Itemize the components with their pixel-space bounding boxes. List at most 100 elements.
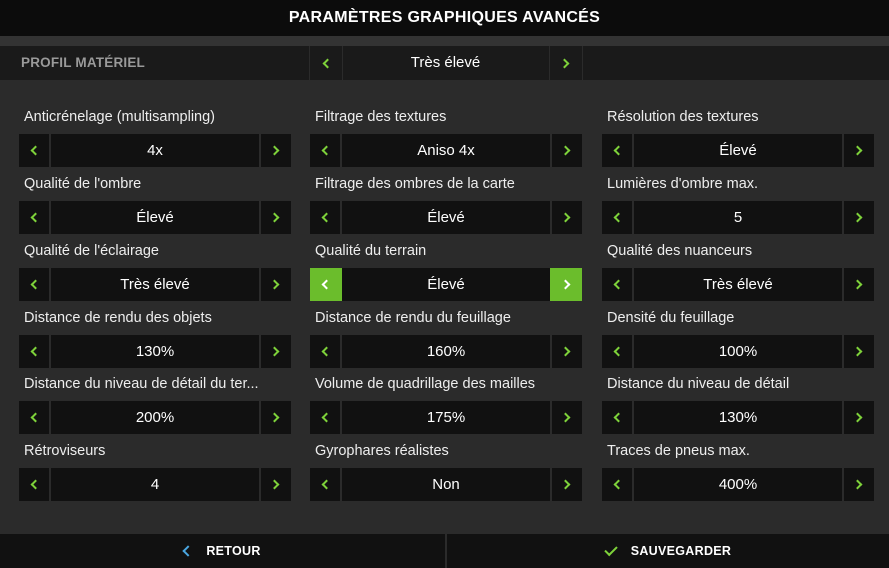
chevron-left-icon [30,479,41,490]
setting-item: Qualité des nuanceurs Très élevé [602,241,874,303]
setting-next-button[interactable] [842,468,874,501]
chevron-left-icon [321,212,332,223]
setting-next-button[interactable] [259,268,291,301]
setting-label: Distance du niveau de détail [607,376,790,392]
setting-prev-button[interactable] [310,335,342,368]
chevron-left-icon [321,346,332,357]
profile-prev-button[interactable] [310,46,342,80]
setting-value: 4 [150,476,160,493]
chevron-left-icon [30,279,41,290]
chevron-right-icon [560,279,571,290]
setting-selector: 160% [310,335,582,368]
setting-prev-button[interactable] [602,335,634,368]
setting-label: Densité du feuillage [607,310,735,326]
setting-label: Gyrophares réalistes [315,443,449,459]
setting-next-button[interactable] [259,335,291,368]
setting-next-button[interactable] [550,134,582,167]
setting-next-button[interactable] [842,201,874,234]
back-button[interactable]: RETOUR [0,534,445,568]
chevron-right-icon [852,479,863,490]
chevron-left-icon [321,279,332,290]
hardware-profile-value: Très élevé [410,54,481,71]
setting-prev-button[interactable] [602,268,634,301]
chevron-left-icon [613,412,624,423]
setting-label: Lumières d'ombre max. [607,176,759,192]
chevron-right-icon [852,145,863,156]
chevron-right-icon [269,145,280,156]
setting-prev-button[interactable] [310,134,342,167]
setting-prev-button[interactable] [19,268,51,301]
setting-prev-button[interactable] [602,401,634,434]
setting-prev-button[interactable] [310,401,342,434]
setting-prev-button[interactable] [310,201,342,234]
setting-prev-button[interactable] [19,201,51,234]
setting-prev-button[interactable] [19,468,51,501]
chevron-right-icon [560,145,571,156]
chevron-right-icon [560,346,571,357]
setting-next-button[interactable] [259,134,291,167]
setting-selector: 200% [19,401,291,434]
setting-selector: 400% [602,468,874,501]
profile-next-button[interactable] [550,46,582,80]
chevron-right-icon [560,479,571,490]
setting-next-button[interactable] [550,201,582,234]
chevron-left-icon [613,145,624,156]
setting-next-button[interactable] [550,468,582,501]
setting-prev-button[interactable] [602,134,634,167]
setting-prev-button[interactable] [602,468,634,501]
setting-selector: 4 [19,468,291,501]
setting-selector: 100% [602,335,874,368]
setting-prev-button[interactable] [19,335,51,368]
save-label: SAUVEGARDER [630,544,732,558]
setting-next-button[interactable] [550,268,582,301]
setting-prev-button[interactable] [310,268,342,301]
setting-item: Distance de rendu des objets 130% [19,308,291,370]
setting-label: Anticrénelage (multisampling) [24,109,215,125]
setting-label: Qualité de l'ombre [24,176,142,192]
setting-value: 160% [426,343,466,360]
chevron-right-icon [269,412,280,423]
setting-value: 130% [718,409,758,426]
setting-selector: 130% [19,335,291,368]
setting-prev-button[interactable] [602,201,634,234]
setting-value: Aniso 4x [417,142,475,159]
setting-prev-button[interactable] [19,134,51,167]
setting-item: Volume de quadrillage des mailles 175% [310,374,582,436]
setting-value: Non [432,476,460,493]
setting-prev-button[interactable] [310,468,342,501]
back-arrow-icon [182,545,194,557]
setting-next-button[interactable] [842,268,874,301]
setting-item: Distance du niveau de détail du ter... 20… [19,374,291,436]
setting-item: Anticrénelage (multisampling) 4x [19,107,291,169]
setting-next-button[interactable] [259,201,291,234]
setting-selector: 4x [19,134,291,167]
setting-selector: Très élevé [602,268,874,301]
setting-prev-button[interactable] [19,401,51,434]
setting-next-button[interactable] [550,335,582,368]
setting-next-button[interactable] [259,401,291,434]
chevron-right-icon [269,212,280,223]
setting-label: Distance du niveau de détail du ter... [24,376,259,392]
save-button[interactable]: SAUVEGARDER [447,534,889,568]
setting-next-button[interactable] [550,401,582,434]
hardware-profile-label: PROFIL MATÉRIEL [21,55,145,70]
setting-item: Distance du niveau de détail 130% [602,374,874,436]
setting-next-button[interactable] [842,134,874,167]
setting-selector: 5 [602,201,874,234]
setting-selector: 130% [602,401,874,434]
setting-label: Qualité des nuanceurs [607,243,753,259]
chevron-right-icon [852,212,863,223]
setting-label: Filtrage des textures [315,109,447,125]
chevron-right-icon [269,279,280,290]
setting-next-button[interactable] [259,468,291,501]
setting-selector: Élevé [602,134,874,167]
setting-next-button[interactable] [842,335,874,368]
hardware-profile-row: PROFIL MATÉRIEL Très élevé [0,46,889,80]
chevron-left-icon [321,479,332,490]
setting-label: Distance de rendu du feuillage [315,310,511,326]
setting-value: Élevé [427,209,465,226]
setting-item: Qualité du terrain Élevé [310,241,582,303]
header-divider [0,36,889,46]
setting-item: Distance de rendu du feuillage 160% [310,308,582,370]
setting-next-button[interactable] [842,401,874,434]
